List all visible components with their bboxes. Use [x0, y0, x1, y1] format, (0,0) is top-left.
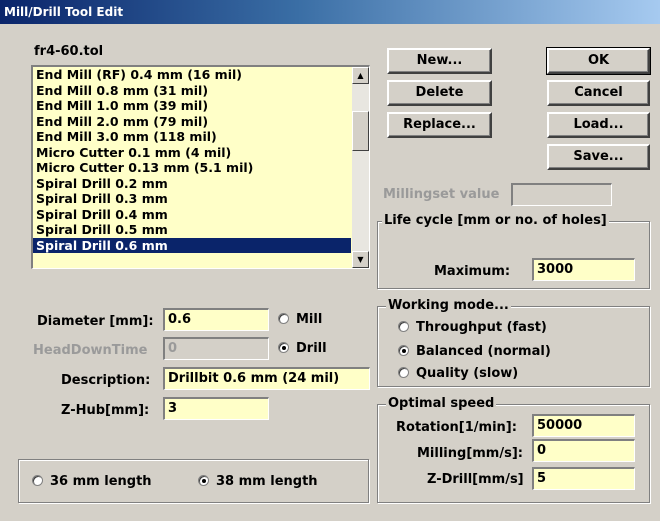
millingset-label: Millingset value: [383, 187, 500, 202]
tool-list[interactable]: End Mill (RF) 0.4 mm (16 mil) End Mill 0.…: [31, 65, 370, 269]
zdrill-field[interactable]: 5: [532, 467, 635, 490]
length-38-radio[interactable]: 38 mm length: [198, 474, 318, 489]
tool-list-item[interactable]: Spiral Drill 0.6 mm: [33, 237, 351, 253]
maximum-field[interactable]: 3000: [532, 258, 635, 281]
tool-list-item[interactable]: Spiral Drill 0.5 mm: [33, 222, 351, 238]
mode-throughput-label: Throughput (fast): [416, 320, 547, 335]
mill-radio-dot[interactable]: [278, 313, 289, 324]
title-bar: Mill/Drill Tool Edit: [0, 0, 660, 24]
headdown-field: 0: [163, 337, 269, 360]
scroll-down-icon[interactable]: ▼: [352, 251, 369, 268]
tool-list-item[interactable]: Micro Cutter 0.1 mm (4 mil): [33, 145, 351, 161]
load-button[interactable]: Load...: [547, 112, 650, 138]
replace-button[interactable]: Replace...: [387, 112, 492, 138]
tool-list-item[interactable]: Micro Cutter 0.13 mm (5.1 mil): [33, 160, 351, 176]
length-38-dot[interactable]: [198, 475, 209, 486]
tool-list-item[interactable]: Spiral Drill 0.2 mm: [33, 176, 351, 192]
mill-radio[interactable]: Mill: [278, 312, 322, 327]
milling-label: Milling[mm/s]:: [417, 446, 523, 461]
window-title: Mill/Drill Tool Edit: [4, 5, 124, 19]
mill-radio-label: Mill: [296, 312, 323, 327]
length-38-label: 38 mm length: [216, 474, 318, 489]
tool-list-scrollbar[interactable]: ▲ ▼: [352, 67, 369, 268]
zdrill-label: Z-Drill[mm/s]: [427, 472, 524, 487]
tool-list-item[interactable]: End Mill (RF) 0.4 mm (16 mil): [33, 67, 351, 83]
optimal-speed-title: Optimal speed: [386, 396, 497, 411]
length-36-label: 36 mm length: [50, 474, 152, 489]
tool-list-item[interactable]: Spiral Drill 0.3 mm: [33, 191, 351, 207]
scroll-thumb[interactable]: [352, 111, 369, 151]
tool-list-item[interactable]: End Mill 0.8 mm (31 mil): [33, 83, 351, 99]
mode-quality-label: Quality (slow): [416, 366, 519, 381]
life-cycle-title: Life cycle [mm or no. of holes]: [382, 213, 609, 228]
delete-button[interactable]: Delete: [387, 80, 492, 106]
millingset-field: [511, 183, 612, 206]
drill-radio[interactable]: Drill: [278, 341, 327, 356]
cancel-button[interactable]: Cancel: [547, 80, 650, 106]
mode-balanced-dot[interactable]: [398, 345, 409, 356]
save-button[interactable]: Save...: [547, 144, 650, 170]
headdown-label: HeadDownTime: [33, 343, 148, 358]
mode-quality-dot[interactable]: [398, 367, 409, 378]
diameter-field[interactable]: 0.6: [163, 308, 269, 331]
tool-edit-dialog: Mill/Drill Tool Edit fr4-60.tol End Mill…: [0, 0, 660, 521]
tool-list-item[interactable]: End Mill 3.0 mm (118 mil): [33, 129, 351, 145]
diameter-label: Diameter [mm]:: [37, 314, 154, 329]
length-36-dot[interactable]: [32, 475, 43, 486]
mode-throughput-dot[interactable]: [398, 321, 409, 332]
zhub-label: Z-Hub[mm]:: [61, 403, 150, 418]
file-name-label: fr4-60.tol: [34, 44, 104, 59]
milling-field[interactable]: 0: [532, 439, 635, 462]
ok-button[interactable]: OK: [546, 47, 651, 75]
tool-list-item[interactable]: End Mill 1.0 mm (39 mil): [33, 98, 351, 114]
length-36-radio[interactable]: 36 mm length: [32, 474, 152, 489]
tool-list-item[interactable]: Spiral Drill 0.4 mm: [33, 207, 351, 223]
new-button[interactable]: New...: [387, 48, 492, 74]
drill-radio-dot[interactable]: [278, 342, 289, 353]
rotation-field[interactable]: 50000: [532, 414, 635, 437]
description-label: Description:: [61, 373, 151, 388]
tool-list-item[interactable]: End Mill 2.0 mm (79 mil): [33, 114, 351, 130]
mode-quality-radio[interactable]: Quality (slow): [398, 366, 518, 381]
working-mode-title: Working mode...: [386, 298, 511, 313]
mode-balanced-label: Balanced (normal): [416, 344, 551, 359]
mode-balanced-radio[interactable]: Balanced (normal): [398, 344, 551, 359]
tool-list-items: End Mill (RF) 0.4 mm (16 mil) End Mill 0.…: [33, 67, 351, 253]
mode-throughput-radio[interactable]: Throughput (fast): [398, 320, 547, 335]
zhub-field[interactable]: 3: [163, 397, 269, 420]
scroll-up-icon[interactable]: ▲: [352, 67, 369, 84]
rotation-label: Rotation[1/min]:: [396, 420, 517, 435]
drill-radio-label: Drill: [296, 341, 327, 356]
description-field[interactable]: Drillbit 0.6 mm (24 mil): [163, 367, 370, 390]
maximum-label: Maximum:: [434, 264, 511, 279]
